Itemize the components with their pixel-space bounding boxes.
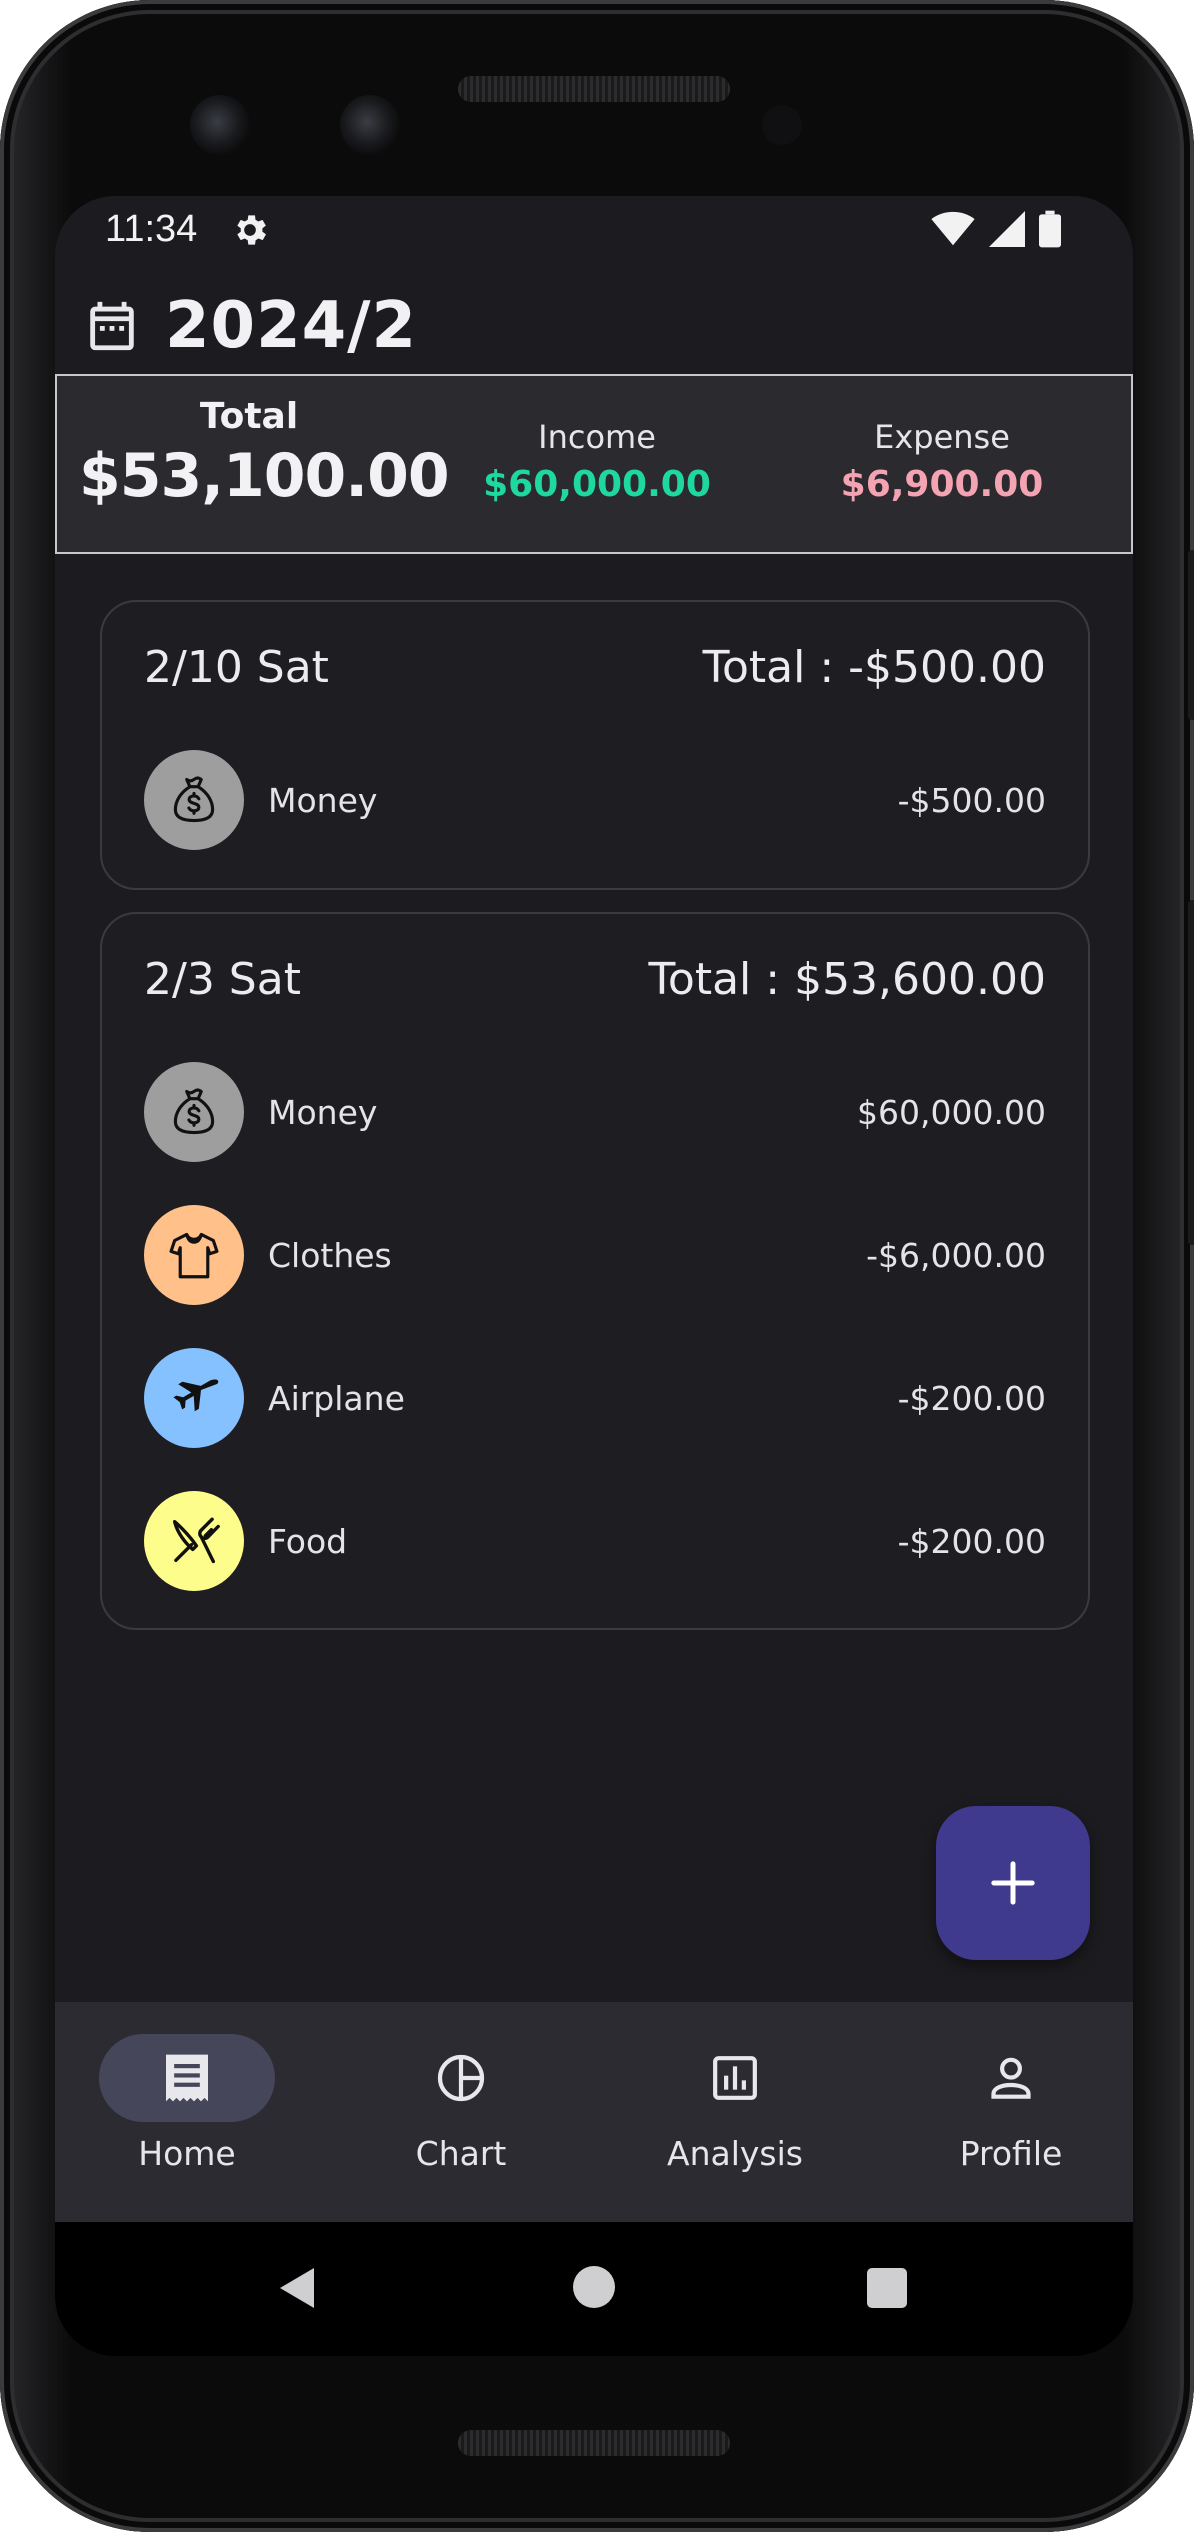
nav-label: Chart xyxy=(415,2134,507,2173)
shirt-icon xyxy=(169,1232,219,1279)
bar-chart-icon xyxy=(713,2056,757,2100)
airplane-icon xyxy=(173,1379,219,1412)
page-title: 2024/2 xyxy=(165,289,418,363)
transaction-item[interactable]: Airplane -$200.00 xyxy=(144,1348,1046,1448)
wifi-icon xyxy=(931,211,975,246)
person-icon xyxy=(991,2057,1031,2099)
nav-label: Profile xyxy=(959,2134,1063,2173)
system-navigation-bar xyxy=(55,2222,1133,2356)
nav-analysis[interactable]: Analysis xyxy=(605,2034,865,2173)
transaction-item[interactable]: Money -$500.00 xyxy=(144,750,1046,850)
total-value: $53,100.00 xyxy=(79,441,450,511)
money-bag-icon xyxy=(173,1088,215,1135)
category-icon-circle xyxy=(144,1205,244,1305)
item-amount: -$200.00 xyxy=(897,1521,1046,1561)
item-amount: -$200.00 xyxy=(897,1378,1046,1418)
transaction-item[interactable]: Food -$200.00 xyxy=(144,1491,1046,1591)
volume-button xyxy=(1188,900,1194,1245)
earpiece-speaker xyxy=(458,76,730,102)
category-icon-circle xyxy=(144,1348,244,1448)
expense-value: $6,900.00 xyxy=(840,464,1044,505)
status-time: 11:34 xyxy=(105,208,198,250)
summary-total: Total $53,100.00 xyxy=(79,396,450,511)
recents-square-icon[interactable] xyxy=(867,2268,907,2308)
receipt-icon xyxy=(166,2054,208,2102)
front-camera-icon xyxy=(340,95,400,155)
nav-profile[interactable]: Profile xyxy=(881,2034,1133,2173)
bottom-navigation: Home Chart Analysis Profile xyxy=(55,2002,1133,2222)
nav-home[interactable]: Home xyxy=(57,2034,317,2173)
item-amount: -$500.00 xyxy=(897,780,1046,820)
battery-icon xyxy=(1039,210,1061,248)
day-total: Total : $53,600.00 xyxy=(648,954,1046,1005)
item-amount: -$6,000.00 xyxy=(866,1235,1046,1275)
day-date: 2/3 Sat xyxy=(144,954,301,1005)
pie-chart-icon xyxy=(437,2054,485,2102)
nav-label: Home xyxy=(138,2134,236,2173)
day-card[interactable]: 2/10 Sat Total : -$500.00 Money -$500.00 xyxy=(100,600,1090,890)
item-name: Clothes xyxy=(268,1235,392,1275)
item-name: Food xyxy=(268,1521,348,1561)
gear-icon xyxy=(237,215,266,245)
transaction-item[interactable]: Clothes -$6,000.00 xyxy=(144,1205,1046,1305)
transaction-item[interactable]: Money $60,000.00 xyxy=(144,1062,1046,1162)
category-icon-circle xyxy=(144,750,244,850)
front-camera-icon xyxy=(190,95,250,155)
back-icon[interactable] xyxy=(277,2266,319,2310)
fork-knife-icon xyxy=(172,1517,220,1564)
item-amount: $60,000.00 xyxy=(857,1092,1046,1132)
income-value: $60,000.00 xyxy=(483,464,711,505)
nav-chart[interactable]: Chart xyxy=(331,2034,591,2173)
cell-signal-icon xyxy=(989,211,1025,247)
proximity-sensor-icon xyxy=(762,105,802,145)
nav-label: Analysis xyxy=(667,2134,803,2173)
item-name: Money xyxy=(268,1092,378,1132)
status-bar: 11:34 xyxy=(55,196,1133,266)
item-name: Money xyxy=(268,780,378,820)
item-name: Airplane xyxy=(268,1378,405,1418)
summary-panel: Total $53,100.00 Income $60,000.00 Expen… xyxy=(55,374,1133,554)
phone-frame: 11:34 2024/2 Total $53,100.00 Income $60… xyxy=(0,0,1194,2532)
add-transaction-button[interactable] xyxy=(936,1806,1090,1960)
category-icon-circle xyxy=(144,1062,244,1162)
power-button xyxy=(1188,550,1194,720)
calendar-icon[interactable] xyxy=(83,297,141,355)
expense-label: Expense xyxy=(874,418,1010,456)
day-total: Total : -$500.00 xyxy=(702,642,1046,693)
app-screen: 11:34 2024/2 Total $53,100.00 Income $60… xyxy=(55,196,1133,2356)
summary-expense: Expense $6,900.00 xyxy=(792,418,1092,505)
bottom-speaker xyxy=(458,2430,730,2456)
total-label: Total xyxy=(199,396,299,437)
summary-income: Income $60,000.00 xyxy=(447,418,747,505)
month-header[interactable]: 2024/2 xyxy=(83,281,417,371)
day-card[interactable]: 2/3 Sat Total : $53,600.00 Money $60,000… xyxy=(100,912,1090,1630)
category-icon-circle xyxy=(144,1491,244,1591)
day-date: 2/10 Sat xyxy=(144,642,329,693)
plus-icon xyxy=(991,1861,1035,1905)
income-label: Income xyxy=(538,418,656,456)
home-circle-icon[interactable] xyxy=(573,2266,615,2308)
money-bag-icon xyxy=(173,776,215,823)
